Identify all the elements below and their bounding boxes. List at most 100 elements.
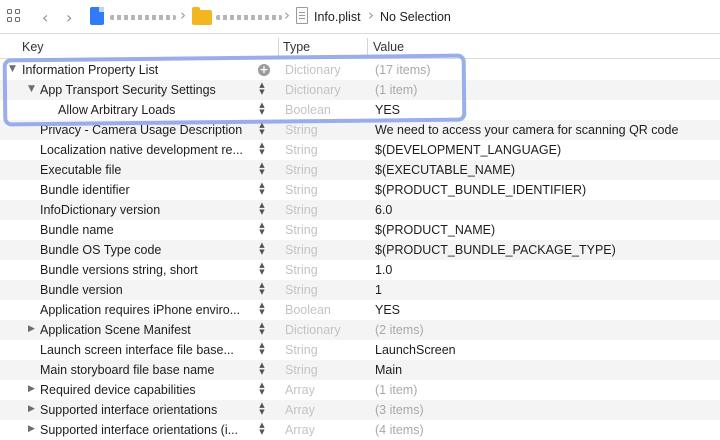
stepper-icon[interactable]: ▲ ▼: [257, 122, 267, 138]
stepper-icon[interactable]: ▲ ▼: [257, 382, 267, 398]
row-key: Bundle identifier: [40, 183, 130, 197]
disclosure-collapsed-icon[interactable]: ▶: [28, 404, 35, 414]
table-row[interactable]: Launch screen interface file base... ▲ ▼ …: [0, 340, 720, 360]
table-row[interactable]: ▶ Application Scene Manifest ▲ ▼ Dictiona…: [0, 320, 720, 340]
table-row[interactable]: Localization native development re... ▲ ▼…: [0, 140, 720, 160]
stepper-icon[interactable]: ▲ ▼: [257, 342, 267, 358]
stepper-icon[interactable]: ▲ ▼: [257, 202, 267, 218]
stepper-icon[interactable]: ▲ ▼: [257, 322, 267, 338]
table-row[interactable]: InfoDictionary version ▲ ▼ String 6.0: [0, 200, 720, 220]
row-type: Dictionary: [285, 83, 341, 97]
row-value[interactable]: $(PRODUCT_NAME): [375, 223, 495, 237]
chevron-right-icon: ›: [368, 6, 374, 24]
file-name[interactable]: Info.plist: [314, 10, 361, 24]
row-key: Localization native development re...: [40, 143, 243, 157]
table-row[interactable]: ▶ Required device capabilities ▲ ▼ Array …: [0, 380, 720, 400]
row-value[interactable]: LaunchScreen: [375, 343, 456, 357]
property-list-table: ▼ Information Property List + Dictionary…: [0, 60, 720, 440]
stepper-icon[interactable]: ▲ ▼: [257, 162, 267, 178]
row-type: String: [285, 243, 318, 257]
chevron-right-icon: ›: [180, 6, 186, 24]
chevron-right-icon: ›: [284, 6, 290, 24]
table-row[interactable]: Executable file ▲ ▼ String $(EXECUTABLE_N…: [0, 160, 720, 180]
row-type: Array: [285, 383, 315, 397]
plist-file-icon: [296, 7, 308, 24]
stepper-icon[interactable]: ▲ ▼: [257, 242, 267, 258]
row-key: Application Scene Manifest: [40, 323, 191, 337]
chevron-right-icon[interactable]: ›: [66, 8, 72, 27]
table-row[interactable]: ▼ App Transport Security Settings ▲ ▼ Dic…: [0, 80, 720, 100]
row-key: Privacy - Camera Usage Description: [40, 123, 243, 137]
disclosure-collapsed-icon[interactable]: ▶: [28, 424, 35, 434]
key-column-header[interactable]: Key: [22, 40, 44, 54]
row-type: Dictionary: [285, 323, 341, 337]
row-key: Bundle version: [40, 283, 123, 297]
table-row[interactable]: Allow Arbitrary Loads ▲ ▼ Boolean YES: [0, 100, 720, 120]
row-key: Supported interface orientations (i...: [40, 423, 239, 437]
stepper-icon[interactable]: ▲ ▼: [257, 362, 267, 378]
disclosure-collapsed-icon[interactable]: ▶: [28, 384, 35, 394]
row-value[interactable]: 1: [375, 283, 382, 297]
project-icon[interactable]: [90, 7, 104, 25]
table-row[interactable]: Bundle versions string, short ▲ ▼ String …: [0, 260, 720, 280]
stepper-icon[interactable]: ▲ ▼: [257, 82, 267, 98]
column-divider[interactable]: [278, 38, 279, 56]
stepper-icon[interactable]: ▲ ▼: [257, 142, 267, 158]
row-type: String: [285, 223, 318, 237]
add-item-icon[interactable]: +: [258, 64, 270, 76]
row-value[interactable]: Main: [375, 363, 402, 377]
type-column-header[interactable]: Type: [283, 40, 310, 54]
stepper-icon[interactable]: ▲ ▼: [257, 222, 267, 238]
row-type: String: [285, 363, 318, 377]
table-row[interactable]: ▼ Information Property List + Dictionary…: [0, 60, 720, 80]
disclosure-expanded-icon[interactable]: ▼: [28, 84, 35, 94]
table-row[interactable]: Bundle OS Type code ▲ ▼ String $(PRODUCT_…: [0, 240, 720, 260]
column-divider[interactable]: [367, 38, 368, 56]
stepper-icon[interactable]: ▲ ▼: [257, 102, 267, 118]
row-value[interactable]: $(PRODUCT_BUNDLE_IDENTIFIER): [375, 183, 586, 197]
row-type: String: [285, 163, 318, 177]
jump-bar: ‹ › › › Info.plist › No Selection: [0, 0, 720, 34]
table-row[interactable]: Bundle identifier ▲ ▼ String $(PRODUCT_BU…: [0, 180, 720, 200]
row-value[interactable]: 6.0: [375, 203, 392, 217]
row-value[interactable]: $(DEVELOPMENT_LANGUAGE): [375, 143, 561, 157]
chevron-left-icon[interactable]: ‹: [42, 8, 48, 27]
stepper-icon[interactable]: ▲ ▼: [257, 302, 267, 318]
table-row[interactable]: Application requires iPhone enviro... ▲ ▼…: [0, 300, 720, 320]
table-row[interactable]: ▶ Supported interface orientations (i...…: [0, 420, 720, 440]
selection-label[interactable]: No Selection: [380, 10, 451, 24]
row-value[interactable]: 1.0: [375, 263, 392, 277]
table-row[interactable]: Bundle name ▲ ▼ String $(PRODUCT_NAME): [0, 220, 720, 240]
row-value[interactable]: $(PRODUCT_BUNDLE_PACKAGE_TYPE): [375, 243, 616, 257]
redacted-folder-name: [216, 15, 282, 20]
stepper-icon[interactable]: ▲ ▼: [257, 402, 267, 418]
row-key: Bundle versions string, short: [40, 263, 198, 277]
grid-icon[interactable]: [7, 9, 22, 24]
row-value[interactable]: YES: [375, 303, 400, 317]
value-column-header[interactable]: Value: [373, 40, 404, 54]
stepper-icon[interactable]: ▲ ▼: [257, 422, 267, 438]
row-value: (1 item): [375, 83, 418, 97]
row-key: Launch screen interface file base...: [40, 343, 234, 357]
table-row[interactable]: Main storyboard file base name ▲ ▼ String…: [0, 360, 720, 380]
row-type: Boolean: [285, 103, 331, 117]
stepper-icon[interactable]: ▲ ▼: [257, 282, 267, 298]
table-row[interactable]: ▶ Supported interface orientations ▲ ▼ Ar…: [0, 400, 720, 420]
table-row[interactable]: Privacy - Camera Usage Description ▲ ▼ St…: [0, 120, 720, 140]
disclosure-expanded-icon[interactable]: ▼: [9, 64, 16, 74]
stepper-icon[interactable]: ▲ ▼: [257, 262, 267, 278]
row-key: Allow Arbitrary Loads: [58, 103, 176, 117]
table-row[interactable]: Bundle version ▲ ▼ String 1: [0, 280, 720, 300]
row-key: Required device capabilities: [40, 383, 196, 397]
row-value[interactable]: $(EXECUTABLE_NAME): [375, 163, 515, 177]
row-value: (1 item): [375, 383, 418, 397]
folder-icon[interactable]: [192, 7, 212, 25]
row-value[interactable]: We need to access your camera for scanni…: [375, 123, 678, 137]
row-type: Boolean: [285, 303, 331, 317]
row-type: String: [285, 183, 318, 197]
row-type: String: [285, 123, 318, 137]
stepper-icon[interactable]: ▲ ▼: [257, 182, 267, 198]
disclosure-collapsed-icon[interactable]: ▶: [28, 324, 35, 334]
row-value[interactable]: YES: [375, 103, 400, 117]
row-type: Array: [285, 423, 315, 437]
